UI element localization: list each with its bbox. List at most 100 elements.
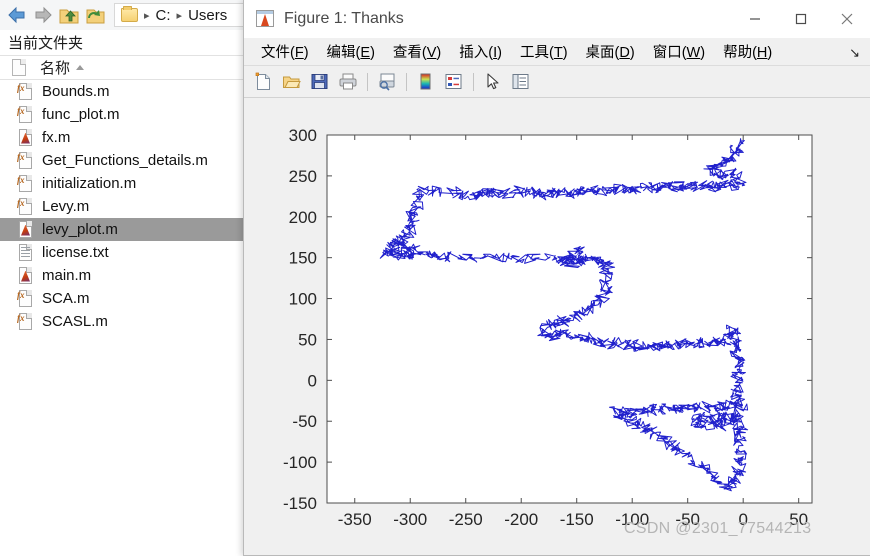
matlab-function-icon: fx (17, 174, 34, 193)
file-name-label: license.txt (42, 244, 109, 261)
file-name-label: main.m (42, 267, 92, 284)
file-name-label: Get_Functions_details.m (42, 152, 208, 169)
property-inspector-icon (512, 74, 529, 89)
menu-item-2[interactable]: 编辑(E) (318, 41, 384, 62)
figure-window-title: Figure 1: Thanks (284, 9, 404, 27)
file-list-item[interactable]: fx Get_Functions_details.m (0, 149, 245, 172)
figure-title-bar: Figure 1: Thanks (244, 0, 870, 38)
menu-item-7[interactable]: 窗口(W) (644, 41, 714, 62)
address-separator-1: ▸ (144, 9, 150, 22)
menu-label: 查看( (392, 45, 427, 61)
menu-label: 帮助( (723, 45, 757, 61)
sort-ascending-icon (76, 65, 85, 70)
pointer-button[interactable] (479, 69, 506, 95)
file-list-item[interactable]: fx SCA.m (0, 287, 245, 310)
minimize-button[interactable] (732, 0, 778, 38)
matlab-function-icon: fx (17, 82, 34, 101)
pointer-arrow-icon (487, 73, 499, 90)
menu-mnemonic: F (294, 45, 304, 61)
forward-button[interactable] (30, 2, 56, 28)
column-header-name[interactable]: 名称 (40, 57, 70, 78)
print-figure-button[interactable] (334, 69, 361, 95)
open-file-button[interactable] (278, 69, 305, 95)
up-folder-button[interactable] (56, 2, 82, 28)
address-segment-drive[interactable]: C: (152, 7, 175, 24)
y-tick-label: 100 (289, 290, 317, 309)
menu-item-4[interactable]: 插入(I) (450, 41, 511, 62)
print-figure-icon (339, 73, 356, 90)
menu-mnemonic: E (360, 45, 371, 61)
print-preview-button[interactable] (373, 69, 400, 95)
menu-item-1[interactable]: 文件(F) (252, 41, 318, 62)
folder-icon (121, 6, 138, 22)
x-tick-label: -150 (560, 510, 594, 529)
menu-item-3[interactable]: 查看(V) (384, 41, 450, 62)
x-tick-label: -50 (675, 510, 700, 529)
save-figure-icon (311, 74, 328, 89)
y-tick-label: 150 (289, 249, 317, 268)
matlab-function-icon: fx (17, 312, 34, 331)
address-segment-users[interactable]: Users (184, 7, 231, 24)
colorbar-icon (420, 73, 431, 90)
file-name-label: func_plot.m (42, 106, 120, 123)
colorbar-button[interactable] (412, 69, 439, 95)
y-tick-label: 0 (308, 371, 317, 390)
file-name-label: SCASL.m (42, 313, 108, 330)
back-button[interactable] (4, 2, 30, 28)
x-tick-label: -250 (449, 510, 483, 529)
file-list-item[interactable]: fx initialization.m (0, 172, 245, 195)
toolbar-separator-1 (367, 72, 368, 91)
levy-flight-plot[interactable]: -350 -300 -250 -200 -150 -100 -50 0 50 -150 -100 -5… (244, 99, 870, 555)
text-file-icon (18, 243, 34, 262)
menu-label: 窗口( (652, 45, 687, 61)
property-inspector-button[interactable] (507, 69, 534, 95)
menu-item-8[interactable]: 帮助(H) (714, 41, 781, 62)
y-tick-label: -50 (292, 412, 317, 431)
y-tick-label: -100 (283, 453, 317, 472)
figure-menu-bar: 文件(F) 编辑(E) 查看(V) 插入(I) 工具(T) 桌面(D) 窗口(W) 帮助(H)… (244, 38, 870, 66)
menu-label: 文件( (261, 45, 295, 61)
figure-plot-canvas[interactable]: -350 -300 -250 -200 -150 -100 -50 0 50 -150 -100 -5… (244, 99, 870, 555)
refresh-button[interactable] (82, 2, 108, 28)
open-file-icon (283, 76, 301, 88)
current-folder-label: 当前文件夹 (8, 35, 84, 52)
menu-label: 插入( (459, 45, 494, 61)
toolbar-separator-3 (473, 72, 474, 91)
new-figure-icon (255, 72, 270, 90)
matlab-script-icon (18, 220, 34, 239)
file-name-label: Bounds.m (42, 83, 110, 100)
maximize-icon (795, 13, 807, 24)
file-list[interactable]: fx Bounds.m fx func_plot.m fx.m fx Get_Functio… (0, 80, 245, 380)
x-tick-label: -300 (393, 510, 427, 529)
matlab-script-icon (18, 266, 34, 285)
maximize-button[interactable] (778, 0, 824, 38)
file-list-item[interactable]: levy_plot.m (0, 218, 245, 241)
file-name-label: fx.m (42, 129, 71, 146)
menu-label: 桌面( (585, 45, 620, 61)
file-list-item[interactable]: fx Bounds.m (0, 80, 245, 103)
x-tick-label: 50 (789, 510, 808, 529)
menu-mnemonic: D (619, 45, 630, 61)
new-figure-button[interactable] (250, 69, 277, 95)
file-list-item[interactable]: main.m (0, 264, 245, 287)
menu-mnemonic: W (686, 45, 701, 61)
matlab-function-icon: fx (17, 151, 34, 170)
file-list-item[interactable]: license.txt (0, 241, 245, 264)
menu-overflow-arrow-icon[interactable]: ↘ (849, 45, 860, 61)
arrow-left-icon (8, 6, 25, 24)
file-list-item[interactable]: fx Levy.m (0, 195, 245, 218)
file-list-item[interactable]: fx SCASL.m (0, 310, 245, 333)
matlab-figure-window: Figure 1: Thanks 文件(F) 编辑(E) 查看(V) 插入(I) 工具(… (243, 0, 870, 556)
close-button[interactable] (824, 0, 870, 38)
matlab-script-icon (18, 128, 34, 147)
save-figure-button[interactable] (306, 69, 333, 95)
file-list-item[interactable]: fx func_plot.m (0, 103, 245, 126)
x-tick-label: -350 (338, 510, 372, 529)
menu-item-5[interactable]: 工具(T) (511, 41, 577, 62)
x-tick-label: -100 (615, 510, 649, 529)
file-name-label: Levy.m (42, 198, 90, 215)
menu-item-6[interactable]: 桌面(D) (577, 41, 644, 62)
print-preview-icon (379, 73, 394, 91)
file-list-item[interactable]: fx.m (0, 126, 245, 149)
legend-button[interactable] (440, 69, 467, 95)
